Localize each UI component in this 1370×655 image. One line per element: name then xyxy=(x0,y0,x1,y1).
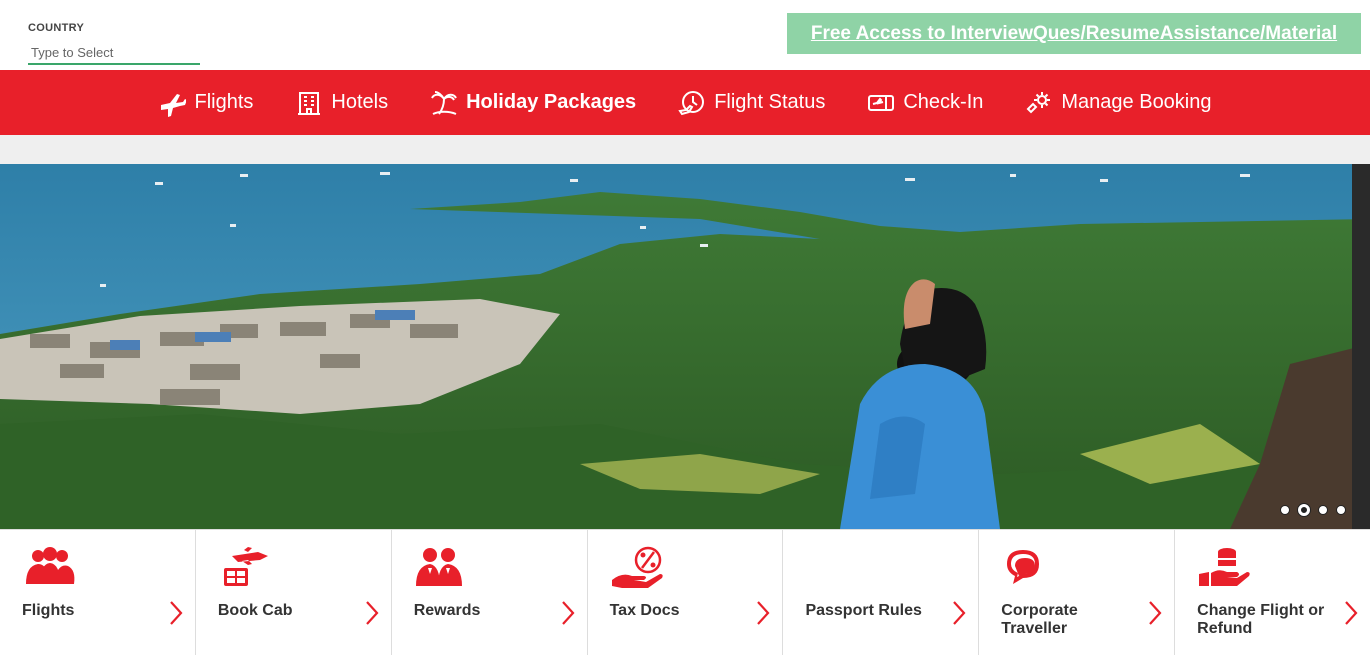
nav-item-holiday-packages[interactable]: Holiday Packages xyxy=(430,89,636,117)
carousel-dot-active[interactable] xyxy=(1298,504,1310,516)
nav-label: Check-In xyxy=(903,91,984,113)
divider-band xyxy=(0,135,1370,164)
chevron-right-icon xyxy=(170,601,183,625)
tile-rewards[interactable]: Rewards xyxy=(392,530,588,655)
tile-corporate-traveller[interactable]: Corporate Traveller xyxy=(979,530,1176,655)
palm-tree-icon xyxy=(431,90,457,115)
nav-item-hotels[interactable]: Hotels xyxy=(295,89,388,117)
nav-item-flights[interactable]: Flights xyxy=(158,89,253,117)
nav-label: Holiday Packages xyxy=(466,91,637,113)
tile-label: Corporate Traveller xyxy=(1001,602,1078,637)
chevron-right-icon xyxy=(1149,601,1162,625)
tile-change-flight-or-refund[interactable]: Change Flight or Refund xyxy=(1175,530,1370,655)
people-icon xyxy=(415,548,462,586)
hero-carousel[interactable] xyxy=(0,164,1370,529)
nav-label: Flights xyxy=(194,91,254,113)
tile-label: Passport Rules xyxy=(805,602,922,619)
carousel-dots xyxy=(1280,504,1346,516)
carousel-dot[interactable] xyxy=(1280,505,1290,515)
quick-links: Flights Book Cab Rewards Tax Docs Passpo… xyxy=(0,529,1370,655)
nav-item-check-in[interactable]: Check-In xyxy=(867,89,983,117)
tile-book-cab[interactable]: Book Cab xyxy=(196,530,392,655)
nav-label: Hotels xyxy=(331,91,389,113)
nav-item-flight-status[interactable]: Flight Status xyxy=(678,89,825,117)
chevron-right-icon xyxy=(953,601,966,625)
plane-icon xyxy=(161,93,187,117)
country-selector: COUNTRY xyxy=(28,22,200,65)
tile-label: Book Cab xyxy=(217,602,293,619)
chevron-right-icon xyxy=(561,601,575,625)
gear-icon xyxy=(1026,91,1051,113)
chevron-right-icon xyxy=(1345,601,1358,625)
tile-label: Rewards xyxy=(413,602,481,619)
tile-tax-docs[interactable]: Tax Docs xyxy=(588,530,784,655)
passport-icon xyxy=(805,546,861,590)
country-label: COUNTRY xyxy=(28,22,85,34)
cab-icon xyxy=(223,547,268,586)
tile-flights[interactable]: Flights xyxy=(0,530,196,655)
main-nav: Flights Hotels Holiday Packages Flight S… xyxy=(0,70,1370,135)
chevron-right-icon xyxy=(365,601,379,625)
tile-label: Change Flight or Refund xyxy=(1197,602,1325,637)
top-bar: COUNTRY Free Access to InterviewQues/Res… xyxy=(0,0,1370,70)
tile-label: Tax Docs xyxy=(609,602,680,619)
hero-image xyxy=(0,164,1370,529)
hotel-icon xyxy=(298,91,321,115)
country-input[interactable] xyxy=(28,41,200,65)
tile-passport-rules[interactable]: Passport Rules xyxy=(783,530,980,655)
promo-link[interactable]: Free Access to InterviewQues/ResumeAssis… xyxy=(811,23,1337,45)
refund-icon xyxy=(1199,548,1250,586)
promo-banner: Free Access to InterviewQues/ResumeAssis… xyxy=(787,13,1361,54)
nav-label: Manage Booking xyxy=(1061,91,1212,113)
carousel-dot[interactable] xyxy=(1318,505,1328,515)
tile-label: Flights xyxy=(22,602,75,619)
nav-label: Flight Status xyxy=(714,91,826,113)
group-icon xyxy=(26,547,75,584)
boarding-pass-icon xyxy=(868,94,895,111)
carousel-dot[interactable] xyxy=(1336,505,1346,515)
percent-hand-icon xyxy=(611,546,663,588)
chat-icon xyxy=(1007,550,1040,584)
flight-status-icon xyxy=(678,90,705,115)
nav-item-manage-booking[interactable]: Manage Booking xyxy=(1025,89,1212,117)
chevron-right-icon xyxy=(757,601,770,625)
